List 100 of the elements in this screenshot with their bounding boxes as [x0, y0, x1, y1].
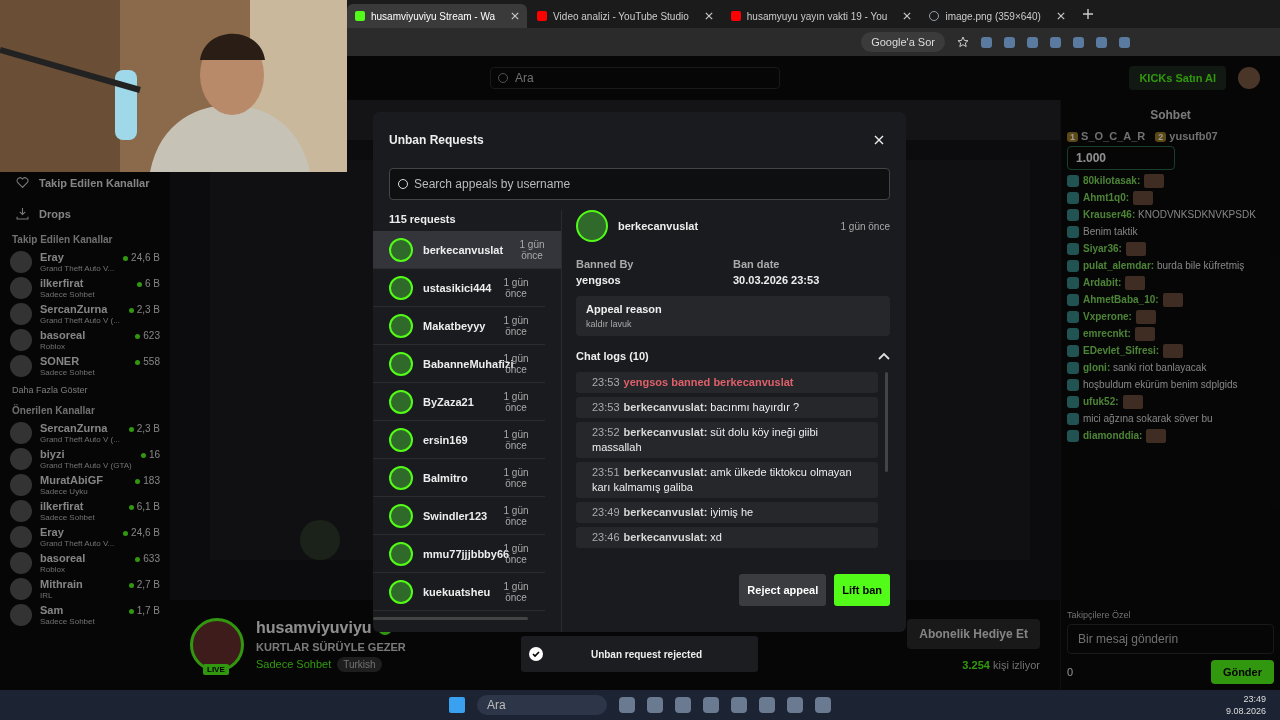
channel-item[interactable]: Mithrain 2,7 B IRL [10, 578, 160, 600]
taskbar-search-field[interactable]: Ara [477, 695, 607, 715]
taskbar-app-icon[interactable] [619, 697, 635, 713]
gift-sub-button[interactable]: Abonelik Hediye Et [907, 619, 1040, 649]
channel-item[interactable]: SONER 558 Sadece Sohbet [10, 355, 160, 377]
channel-item[interactable]: Eray 24,6 B Grand Theft Auto V... [10, 251, 160, 273]
channel-item[interactable]: basoreal 633 Roblox [10, 552, 160, 574]
nav-item[interactable]: Takip Edilen Kanallar [39, 176, 150, 189]
chat-log-entry: 23:46 berkecanvuslat: xd [576, 527, 878, 548]
chat-title: Sohbet [1149, 107, 1192, 124]
browser-tab[interactable]: husamviyuviyu Stream - Wa [347, 4, 528, 28]
emote-icon [1125, 242, 1146, 256]
channel-item[interactable]: SercanZurna 2,3 B Grand Theft Auto V (... [10, 422, 160, 444]
reject-appeal-button[interactable]: Reject appeal [739, 574, 827, 606]
avatar-icon [389, 389, 413, 414]
windows-start-icon[interactable] [449, 697, 465, 713]
chat-message: ufuk52: [1083, 395, 1119, 409]
request-item[interactable]: kuekuatsheu 1 gün önce [373, 573, 545, 611]
channel-avatar[interactable]: LIVE [190, 618, 244, 672]
language-tag[interactable]: Turkish [337, 656, 382, 672]
show-more-link[interactable]: Daha Fazla Göster [12, 385, 158, 395]
avatar-icon[interactable] [1238, 67, 1260, 89]
avatar-icon [576, 210, 608, 242]
chat-message: Ardabit: [1083, 276, 1122, 290]
chat-input[interactable]: Bir mesaj gönderin [1067, 624, 1274, 654]
send-button[interactable]: Gönder [1210, 660, 1274, 684]
followers-only-label: Takipçilere Özel [1067, 610, 1132, 620]
taskbar-app-icon[interactable] [787, 697, 803, 713]
emote-icon [1135, 310, 1156, 324]
taskbar-clock[interactable]: 23:49 9.08.2026 [1225, 693, 1266, 717]
taskbar-app-icon[interactable] [815, 697, 831, 713]
chat-log-entry: 23:49 berkecanvuslat: iyimiş he [576, 502, 878, 523]
browser-tab[interactable]: image.png (359×640) [921, 4, 1073, 28]
chevron-icon[interactable] [878, 352, 890, 360]
lift-ban-button[interactable]: Lift ban [834, 574, 890, 606]
taskbar-app-icon[interactable] [759, 697, 775, 713]
chat-message: pulat_alemdar: burda bile küfretmiş [1083, 259, 1245, 273]
channel-item[interactable]: basoreal 623 Roblox [10, 329, 160, 351]
extension-icon[interactable] [1050, 36, 1061, 48]
request-count: 115 requests [388, 212, 457, 227]
channel-item[interactable]: ilkerfirat 6 B Sadece Sohbet [10, 277, 160, 299]
leaderboard-entry[interactable]: 1 S_O_C_A_R [1067, 130, 1146, 142]
avatar-icon [389, 579, 413, 604]
close-icon[interactable] [903, 12, 912, 20]
extension-icon[interactable] [1119, 36, 1130, 48]
check-icon [529, 647, 543, 661]
new-tab-icon[interactable] [1082, 9, 1093, 19]
close-icon[interactable] [511, 12, 520, 20]
channel-name[interactable]: husamviyuviyu [256, 618, 372, 637]
extension-icon[interactable] [981, 36, 992, 48]
user-name: berkecanvuslat [618, 220, 699, 232]
request-item[interactable]: berkecanvuslat 1 gün önce [373, 231, 561, 269]
search-field[interactable]: Ara [490, 67, 780, 89]
leaderboard-entry[interactable]: 2 yusufb07 [1155, 130, 1218, 142]
user-badge-icon [1067, 362, 1079, 374]
taskbar-app-icon[interactable] [647, 697, 663, 713]
close-icon[interactable] [704, 12, 713, 20]
channel-item[interactable]: SercanZurna 2,3 B Grand Theft Auto V (... [10, 303, 160, 325]
kicks-button[interactable]: KICKs Satın Al [1129, 66, 1226, 90]
request-item[interactable]: mmu77jjjbbby661 gün önce [373, 535, 545, 573]
extension-icon[interactable] [1004, 36, 1015, 48]
request-item[interactable]: ersin169 1 gün önce [373, 421, 545, 459]
request-item[interactable]: Balmitro 1 gün önce [373, 459, 545, 497]
user-badge-icon [1067, 243, 1079, 255]
play-favicon-icon [537, 11, 548, 21]
user-badge-icon [1067, 413, 1079, 425]
extension-icon[interactable] [1073, 36, 1084, 48]
close-icon[interactable] [1056, 12, 1065, 20]
channel-item[interactable]: MuratAbiGF 183 Sadece Uyku [10, 474, 160, 496]
channel-item[interactable]: Sam 1,7 B Sadece Sohbet [10, 604, 160, 626]
chat-message: diamonddia: [1083, 429, 1143, 443]
channel-item[interactable]: biyzi 16 Grand Theft Auto V (GTA) [10, 448, 160, 470]
avatar-icon [389, 427, 413, 452]
taskbar-app-icon[interactable] [703, 697, 719, 713]
extension-icon[interactable] [1096, 36, 1107, 48]
star-icon[interactable] [957, 36, 969, 48]
search-field[interactable]: Search appeals by username [389, 168, 890, 200]
browser-tab[interactable]: Video analizi - YouTube Studio [529, 4, 721, 28]
emote-icon [1122, 395, 1143, 409]
user-badge-icon [1067, 328, 1079, 340]
category-link[interactable]: Sadece Sohbet [256, 658, 332, 670]
channel-item[interactable]: Eray 24,6 B Grand Theft Auto V... [10, 526, 160, 548]
request-item[interactable]: ustasikici444 1 gün önce [373, 269, 545, 307]
nav-item[interactable]: Drops [39, 207, 71, 220]
browser-tab[interactable]: husamyuyu yayın vakti 19 - You [722, 4, 920, 28]
modal-title: Unban Requests [389, 133, 484, 147]
user-badge-icon [1067, 396, 1079, 408]
avatar-icon [389, 275, 413, 300]
toast-notification: Unban request rejected [521, 636, 758, 672]
user-badge-icon [1067, 430, 1079, 442]
taskbar-app-icon[interactable] [675, 697, 691, 713]
extension-icon[interactable] [1027, 36, 1038, 48]
request-item[interactable]: Swindler123 1 gün önce [373, 497, 545, 535]
taskbar-app-icon[interactable] [731, 697, 747, 713]
request-item[interactable]: ByZaza21 1 gün önce [373, 383, 545, 421]
channel-item[interactable]: ilkerfirat 6,1 B Sadece Sohbet [10, 500, 160, 522]
request-item[interactable]: Makatbeyyy 1 gün önce [373, 307, 545, 345]
emote-icon [1144, 174, 1165, 188]
ask-button[interactable]: Google'a Sor [861, 32, 945, 52]
pinned-gift[interactable]: 1.000 [1067, 146, 1175, 170]
